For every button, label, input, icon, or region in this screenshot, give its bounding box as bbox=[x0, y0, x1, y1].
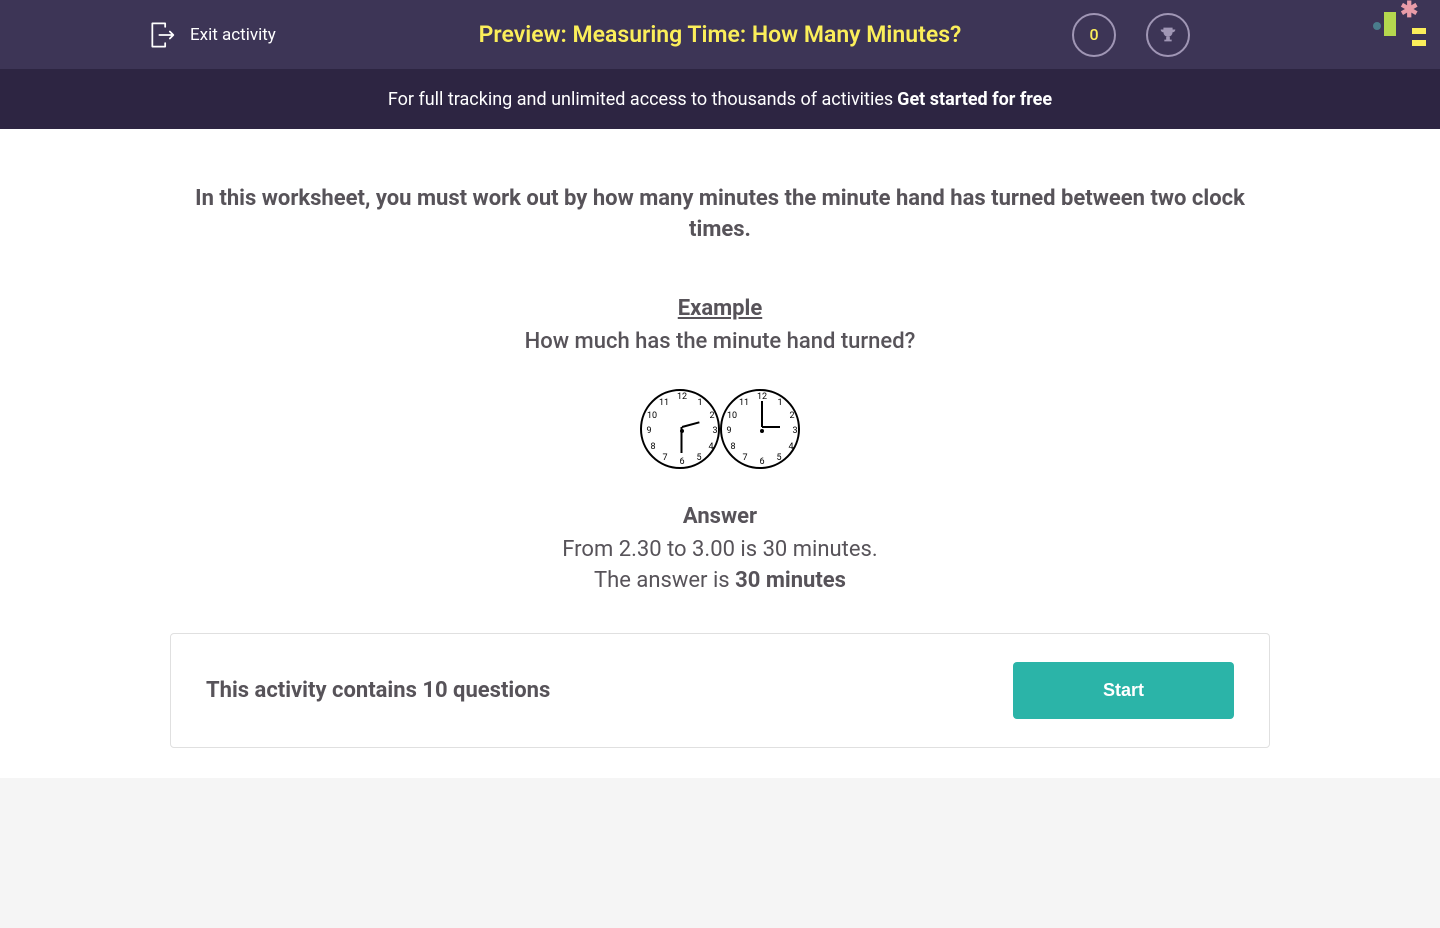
activity-start-box: This activity contains 10 questions Star… bbox=[170, 633, 1270, 748]
points-badge[interactable]: 0 bbox=[1072, 13, 1116, 57]
answer-result: The answer is 30 minutes bbox=[150, 568, 1290, 593]
footer-space bbox=[0, 778, 1440, 928]
page-title: Preview: Measuring Time: How Many Minute… bbox=[479, 21, 962, 48]
app-header: Exit activity Preview: Measuring Time: H… bbox=[0, 0, 1440, 69]
trophy-button[interactable] bbox=[1146, 13, 1190, 57]
trophy-icon bbox=[1157, 24, 1179, 46]
example-heading: Example bbox=[150, 296, 1290, 321]
corner-decoration: ✱ bbox=[1370, 0, 1440, 55]
answer-explanation: From 2.30 to 3.00 is 30 minutes. bbox=[150, 537, 1290, 562]
clocks-container: 12 1 2 3 4 5 6 7 8 9 10 11 12 1 2 bbox=[150, 389, 1290, 469]
question-count: This activity contains 10 questions bbox=[206, 678, 550, 703]
clock-2: 12 1 2 3 4 5 6 7 8 9 10 11 bbox=[720, 389, 800, 469]
get-started-link[interactable]: Get started for free bbox=[897, 89, 1052, 110]
exit-activity-label: Exit activity bbox=[190, 25, 276, 45]
points-value: 0 bbox=[1089, 25, 1098, 44]
worksheet-content: In this worksheet, you must work out by … bbox=[0, 129, 1440, 778]
promo-text: For full tracking and unlimited access t… bbox=[388, 89, 893, 110]
header-stats: 0 bbox=[1072, 13, 1190, 57]
promo-banner: For full tracking and unlimited access t… bbox=[0, 69, 1440, 129]
clock-1: 12 1 2 3 4 5 6 7 8 9 10 11 bbox=[640, 389, 720, 469]
example-question: How much has the minute hand turned? bbox=[150, 329, 1290, 354]
answer-heading: Answer bbox=[150, 504, 1290, 529]
intro-text: In this worksheet, you must work out by … bbox=[195, 184, 1245, 246]
start-button[interactable]: Start bbox=[1013, 662, 1234, 719]
exit-icon bbox=[150, 21, 178, 49]
exit-activity-button[interactable]: Exit activity bbox=[150, 21, 276, 49]
